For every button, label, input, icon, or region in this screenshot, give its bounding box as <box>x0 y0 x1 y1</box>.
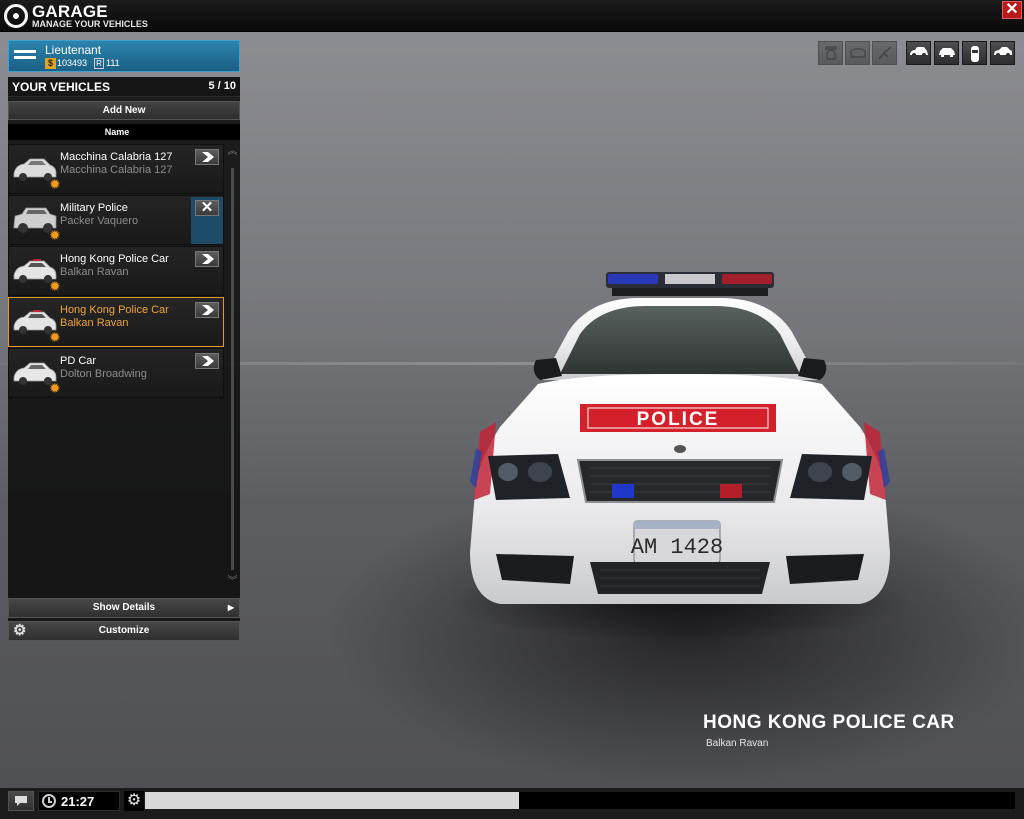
customize-button[interactable]: ⚙ Customize <box>8 621 240 641</box>
player-panel: Lieutenant $ 103493 R 111 <box>8 40 240 72</box>
vehicles-panel: YOUR VEHICLES 5 / 10 Add New Name ✹ Macc… <box>8 77 240 641</box>
top-bar: GARAGE MANAGE YOUR VEHICLES ✕ <box>0 0 1024 32</box>
progress-fill <box>145 792 520 809</box>
side-view-icon <box>993 47 1012 57</box>
triangle-right-icon: ▶ <box>227 603 234 612</box>
player-rank: Lieutenant <box>45 43 102 57</box>
driver-view-icon <box>824 46 837 60</box>
player-reputation: 111 <box>106 58 120 68</box>
customize-label: Customize <box>98 625 150 636</box>
vehicle-model: Packer Vaquero <box>60 215 139 227</box>
engine-view-icon <box>849 48 866 58</box>
select-vehicle-button[interactable] <box>195 149 219 165</box>
vehicle-name: PD Car <box>60 355 97 367</box>
customize-gear-icon: ✹ <box>49 278 61 294</box>
clock-time: 21:27 <box>61 794 95 809</box>
driver-view-button[interactable] <box>818 41 843 65</box>
delete-vehicle-area: ✕ <box>191 197 223 244</box>
selected-vehicle-model: Balkan Ravan <box>706 738 769 749</box>
reputation-icon: R <box>94 58 104 69</box>
front-view-button[interactable] <box>934 41 959 65</box>
show-details-button[interactable]: Show Details ▶ <box>8 598 240 618</box>
vehicle-name: Military Police <box>60 202 128 214</box>
select-vehicle-button[interactable] <box>195 353 219 369</box>
money-icon: $ <box>45 58 56 69</box>
chevron-right-icon <box>202 356 214 366</box>
vehicle-model: Macchina Calabria 127 <box>60 164 173 176</box>
page-subtitle: MANAGE YOUR VEHICLES <box>32 19 148 29</box>
vehicle-preview[interactable]: POLICE AM 1428 <box>440 262 920 662</box>
customize-gear-icon: ✹ <box>49 380 61 396</box>
menu-icon[interactable] <box>14 50 36 62</box>
settings-gear-icon[interactable]: ⚙ <box>124 791 144 811</box>
delete-vehicle-button[interactable]: ✕ <box>195 200 219 216</box>
selected-vehicle-name: HONG KONG POLICE CAR <box>703 712 955 733</box>
side-view-button[interactable] <box>990 41 1015 65</box>
engine-view-button[interactable] <box>845 41 870 65</box>
customize-gear-icon: ✹ <box>49 176 61 192</box>
front-three-quarter-icon <box>909 47 928 57</box>
hood-police-text: POLICE <box>637 409 720 430</box>
vehicle-count: 5 / 10 <box>208 80 236 92</box>
gear-icon: ⚙ <box>13 622 27 639</box>
close-button[interactable]: ✕ <box>1002 1 1022 19</box>
scrollbar-track[interactable] <box>231 168 234 570</box>
vehicle-list-item[interactable]: ✹ Hong Kong Police Car Balkan Ravan <box>8 246 224 296</box>
vehicle-list-item[interactable]: ✹ Macchina Calabria 127 Macchina Calabri… <box>8 144 224 194</box>
progress-bar <box>145 792 1015 809</box>
scroll-up-icon[interactable]: ︽ <box>227 147 238 164</box>
vehicles-panel-title: YOUR VEHICLES <box>12 80 111 94</box>
license-plate-text: AM 1428 <box>631 535 723 560</box>
vehicle-name: Hong Kong Police Car <box>60 253 169 265</box>
trunk-view-button[interactable] <box>872 41 897 65</box>
chat-button[interactable] <box>8 791 34 811</box>
vehicle-list-scrollbar[interactable]: ︽ ︾ <box>227 147 238 594</box>
vehicle-list-item-selected[interactable]: ✹ Hong Kong Police Car Balkan Ravan <box>8 297 224 347</box>
vehicle-model: Balkan Ravan <box>60 317 129 329</box>
chevron-right-icon <box>202 152 214 162</box>
select-vehicle-button[interactable] <box>195 251 219 267</box>
vehicle-name: Macchina Calabria 127 <box>60 151 173 163</box>
select-vehicle-button[interactable] <box>195 302 219 318</box>
front-view-icon <box>938 48 955 57</box>
player-money: 103493 <box>57 58 88 68</box>
clock-icon <box>42 794 56 808</box>
chat-icon <box>15 796 27 806</box>
vehicle-list-item[interactable]: ✹ PD Car Dolton Broadwing <box>8 348 224 398</box>
top-view-icon <box>970 46 979 62</box>
vehicle-name: Hong Kong Police Car <box>60 304 169 316</box>
top-view-button[interactable] <box>962 41 987 65</box>
front-three-quarter-view-button[interactable] <box>906 41 931 65</box>
add-new-button[interactable]: Add New <box>8 101 240 120</box>
garage-wheel-icon <box>4 4 28 28</box>
chevron-right-icon <box>202 254 214 264</box>
vehicle-model: Dolton Broadwing <box>60 368 147 380</box>
game-clock: 21:27 <box>38 791 120 811</box>
vehicle-list-item[interactable]: ✹ Military Police Packer Vaquero ✕ <box>8 195 224 245</box>
customize-gear-icon: ✹ <box>49 227 61 243</box>
vehicle-list: ✹ Macchina Calabria 127 Macchina Calabri… <box>8 144 226 594</box>
scroll-down-icon[interactable]: ︾ <box>227 577 238 594</box>
customize-gear-icon: ✹ <box>49 329 61 345</box>
vehicle-model: Balkan Ravan <box>60 266 129 278</box>
vehicles-panel-header: YOUR VEHICLES 5 / 10 <box>8 77 240 97</box>
show-details-label: Show Details <box>92 602 156 613</box>
column-header-name[interactable]: Name <box>8 124 240 140</box>
chevron-right-icon <box>202 305 214 315</box>
trunk-view-icon <box>877 46 891 60</box>
